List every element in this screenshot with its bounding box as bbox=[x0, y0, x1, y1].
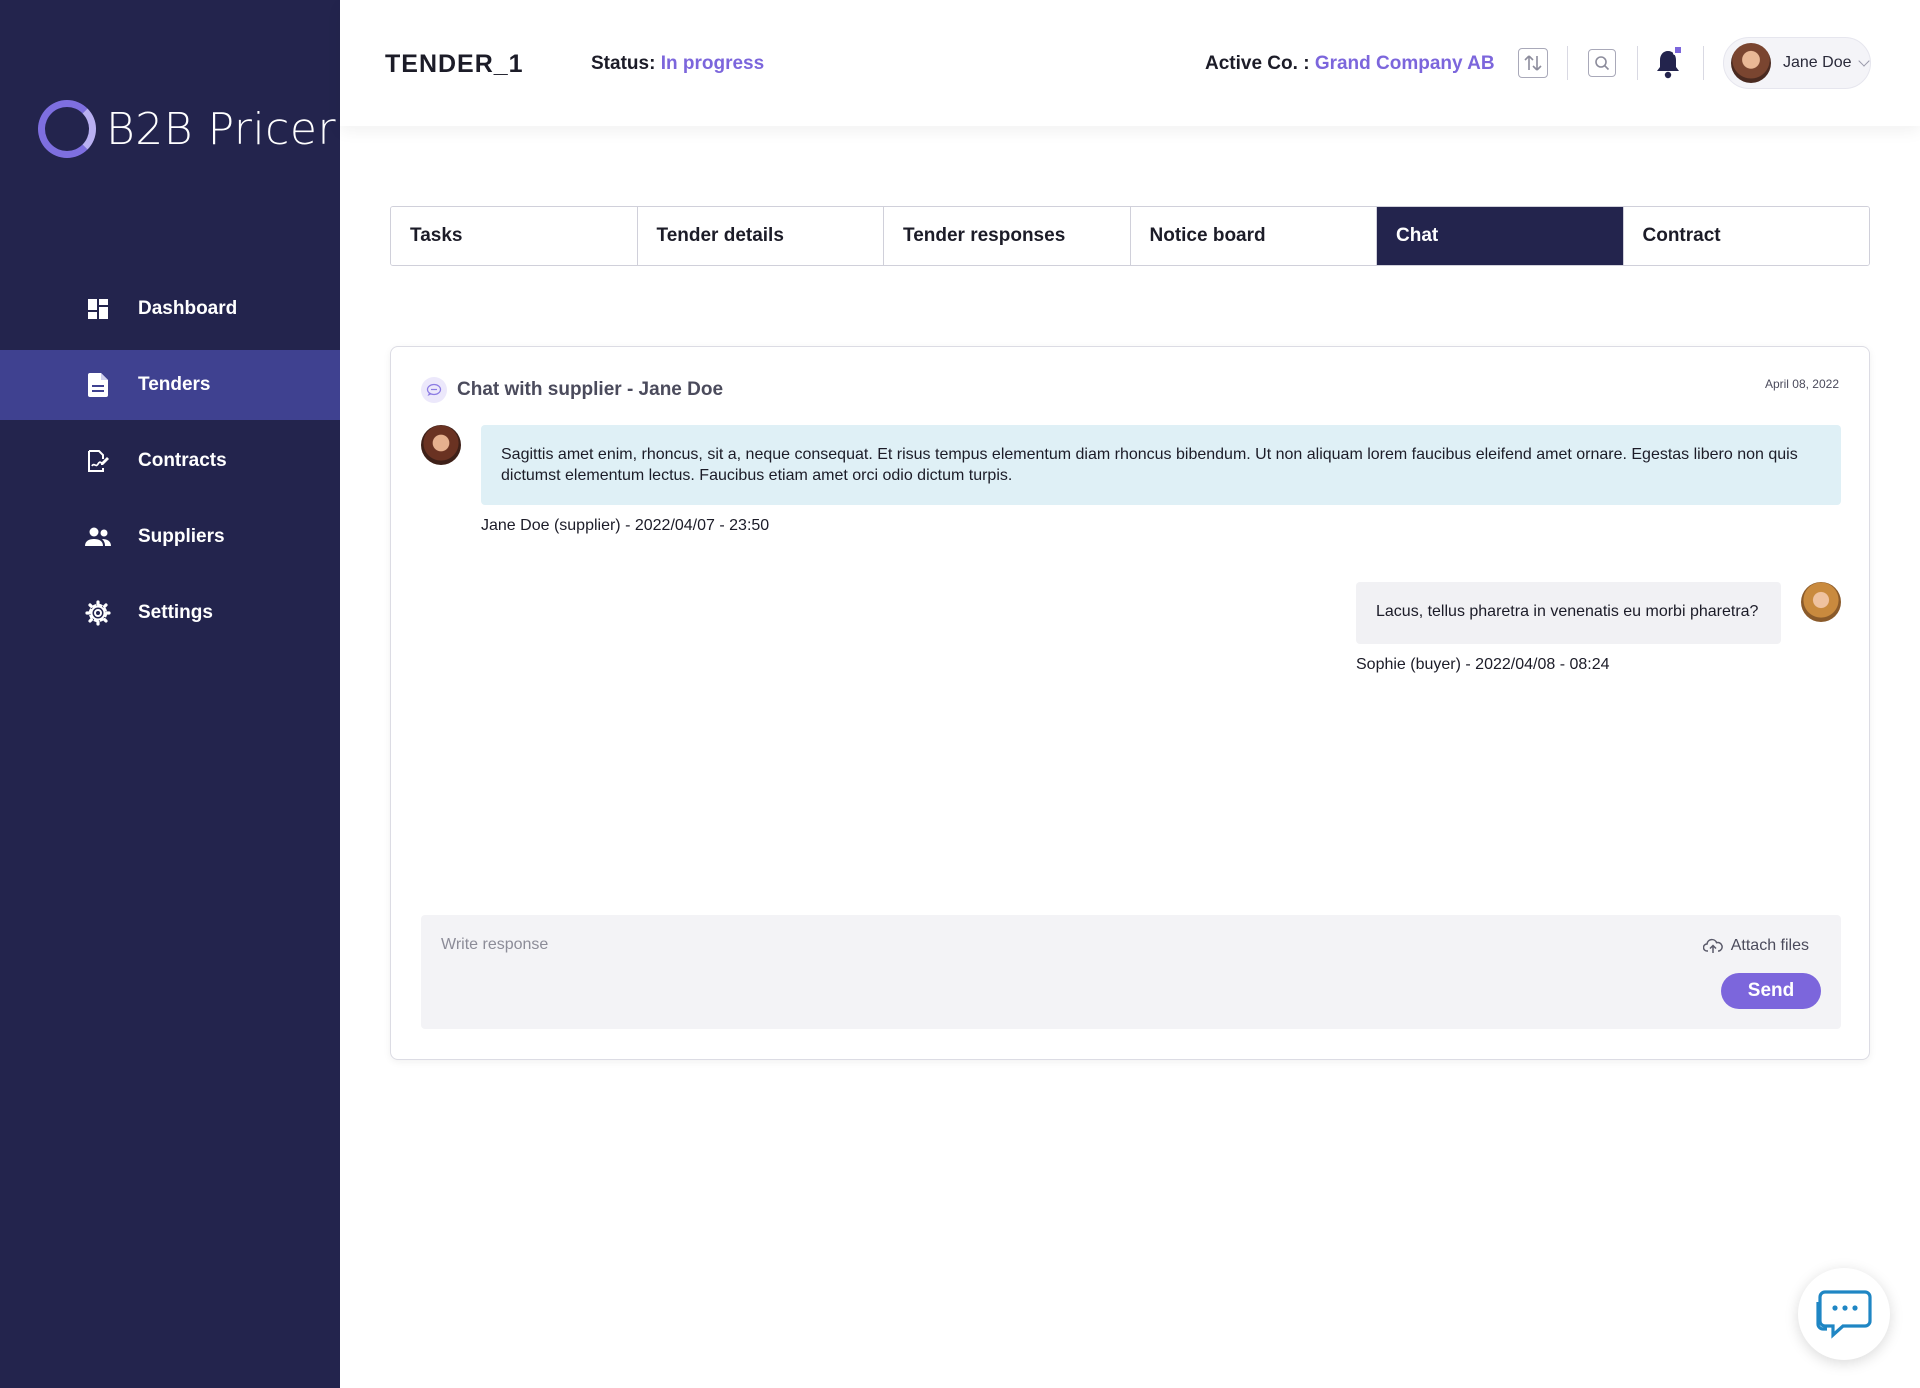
tender-tabs: Tasks Tender details Tender responses No… bbox=[390, 206, 1870, 266]
user-name: Jane Doe bbox=[1783, 54, 1852, 71]
sidebar-item-dashboard[interactable]: Dashboard bbox=[0, 274, 340, 344]
header-divider bbox=[1567, 46, 1568, 80]
tab-tasks[interactable]: Tasks bbox=[391, 207, 638, 265]
tab-notice-board[interactable]: Notice board bbox=[1130, 207, 1377, 265]
message-bubble-outgoing: Lacus, tellus pharetra in venenatis eu m… bbox=[1356, 582, 1781, 644]
document-icon bbox=[84, 371, 112, 399]
chat-title: Chat with supplier - Jane Doe bbox=[457, 379, 724, 400]
top-header: TENDER_1 Status: In progress Active Co. … bbox=[340, 0, 1920, 126]
logo[interactable]: B2B Pricer bbox=[38, 100, 336, 158]
chat-date: April 08, 2022 bbox=[1764, 377, 1839, 391]
attach-files-button[interactable]: Attach files bbox=[1702, 937, 1809, 955]
header-divider bbox=[1637, 46, 1638, 80]
message-bubble-incoming: Sagittis amet enim, rhoncus, sit a, nequ… bbox=[481, 425, 1841, 505]
chat-header: Chat with supplier - Jane Doe bbox=[421, 377, 723, 403]
sidebar: B2B Pricer Dashboard Tenders Contracts S… bbox=[0, 0, 340, 1388]
tab-tender-responses[interactable]: Tender responses bbox=[884, 207, 1131, 265]
search-button[interactable] bbox=[1588, 49, 1616, 77]
sidebar-nav: Dashboard Tenders Contracts Suppliers Se… bbox=[0, 274, 340, 654]
active-company: Active Co. : Grand Company AB bbox=[1205, 53, 1495, 75]
sidebar-item-label: Tenders bbox=[138, 374, 211, 395]
tab-contract[interactable]: Contract bbox=[1623, 207, 1869, 265]
dashboard-icon bbox=[84, 295, 112, 323]
status-value: In progress bbox=[660, 53, 765, 74]
avatar bbox=[1731, 43, 1771, 83]
page-title: TENDER_1 bbox=[385, 50, 524, 78]
switch-company-button[interactable] bbox=[1518, 48, 1548, 78]
logo-text: B2B Pricer bbox=[106, 103, 337, 155]
sidebar-item-label: Settings bbox=[138, 602, 213, 623]
avatar bbox=[1801, 582, 1841, 622]
sidebar-item-label: Dashboard bbox=[138, 298, 238, 319]
chat-bubble-icon bbox=[421, 377, 447, 403]
status-label: Status: bbox=[591, 53, 656, 74]
message-meta: Jane Doe (supplier) - 2022/04/07 - 23:50 bbox=[481, 517, 770, 534]
status-indicator: Status: In progress bbox=[591, 53, 764, 75]
response-input[interactable] bbox=[421, 915, 1621, 975]
tab-tender-details[interactable]: Tender details bbox=[637, 207, 884, 265]
sidebar-item-label: Suppliers bbox=[138, 526, 225, 547]
sidebar-item-contracts[interactable]: Contracts bbox=[0, 426, 340, 496]
gear-icon bbox=[84, 599, 112, 627]
sidebar-item-tenders[interactable]: Tenders bbox=[0, 350, 340, 420]
cloud-upload-icon bbox=[1702, 938, 1723, 953]
header-divider bbox=[1703, 46, 1704, 80]
support-chat-icon bbox=[1816, 1290, 1872, 1339]
user-menu[interactable]: Jane Doe bbox=[1723, 37, 1871, 89]
swap-arrows-icon bbox=[1524, 55, 1542, 71]
chevron-down-icon bbox=[1857, 55, 1870, 67]
logo-ring-icon bbox=[38, 100, 96, 158]
message-composer: Attach files Send bbox=[421, 915, 1841, 1029]
notification-badge bbox=[1673, 45, 1683, 55]
sidebar-item-label: Contracts bbox=[138, 450, 227, 471]
message-meta: Sophie (buyer) - 2022/04/08 - 08:24 bbox=[1356, 656, 1610, 673]
active-company-label: Active Co. : bbox=[1205, 53, 1310, 74]
avatar bbox=[421, 425, 461, 465]
help-chat-widget[interactable] bbox=[1798, 1268, 1890, 1360]
attach-files-label: Attach files bbox=[1730, 937, 1809, 954]
contract-icon bbox=[84, 447, 112, 475]
chat-panel: Chat with supplier - Jane Doe April 08, … bbox=[390, 346, 1870, 1060]
search-icon bbox=[1595, 56, 1610, 71]
sidebar-item-settings[interactable]: Settings bbox=[0, 578, 340, 648]
app-root: B2B Pricer Dashboard Tenders Contracts S… bbox=[0, 0, 1920, 1388]
people-icon bbox=[84, 523, 112, 551]
sidebar-item-suppliers[interactable]: Suppliers bbox=[0, 502, 340, 572]
active-company-value[interactable]: Grand Company AB bbox=[1315, 53, 1495, 74]
send-button[interactable]: Send bbox=[1721, 973, 1821, 1009]
tab-chat[interactable]: Chat bbox=[1377, 207, 1624, 265]
